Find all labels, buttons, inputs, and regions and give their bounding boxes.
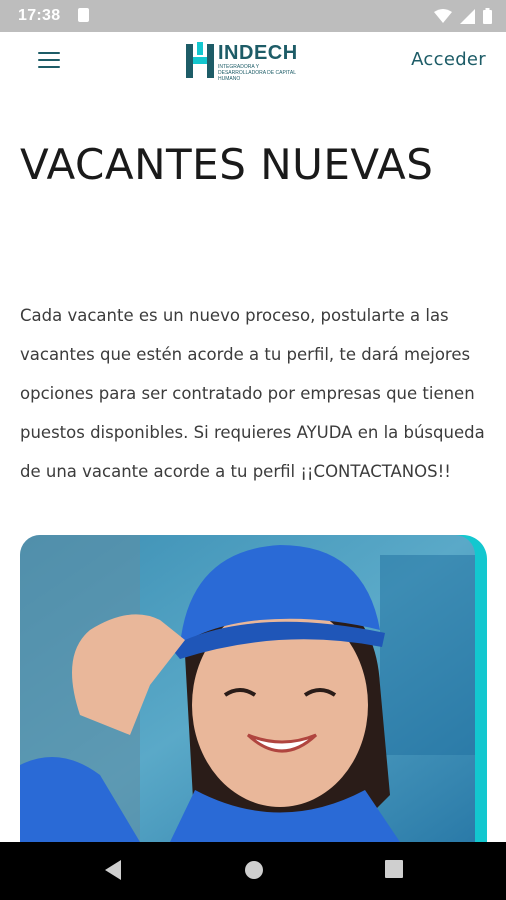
logo-text: INDECH — [218, 42, 298, 64]
nav-recents-icon[interactable] — [384, 859, 404, 879]
menu-icon — [38, 52, 60, 68]
battery-icon — [483, 8, 492, 24]
status-bar: 17:38 — [0, 0, 506, 32]
page-title: VACANTES NUEVAS — [20, 140, 434, 189]
logo-mark-icon — [186, 42, 214, 78]
status-time: 17:38 — [18, 7, 61, 24]
nav-back-icon[interactable] — [103, 859, 123, 881]
logo[interactable]: INDECH Integradora y desarrolladora de c… — [186, 42, 306, 82]
nav-home-icon[interactable] — [243, 859, 265, 881]
app-header: INDECH Integradora y desarrolladora de c… — [0, 32, 506, 90]
wifi-icon — [434, 8, 452, 23]
sim-card-icon — [78, 8, 89, 22]
vacancies-description: Cada vacante es un nuevo proceso, postul… — [20, 306, 485, 481]
status-icons — [434, 7, 492, 25]
worker-photo — [20, 535, 475, 842]
logo-tagline: Integradora y desarrolladora de capital … — [218, 64, 296, 82]
signal-icon — [460, 8, 475, 24]
menu-button[interactable] — [38, 52, 60, 70]
hero-image-container — [20, 535, 487, 842]
login-link[interactable]: Acceder — [411, 49, 486, 70]
system-nav-bar — [0, 842, 506, 900]
